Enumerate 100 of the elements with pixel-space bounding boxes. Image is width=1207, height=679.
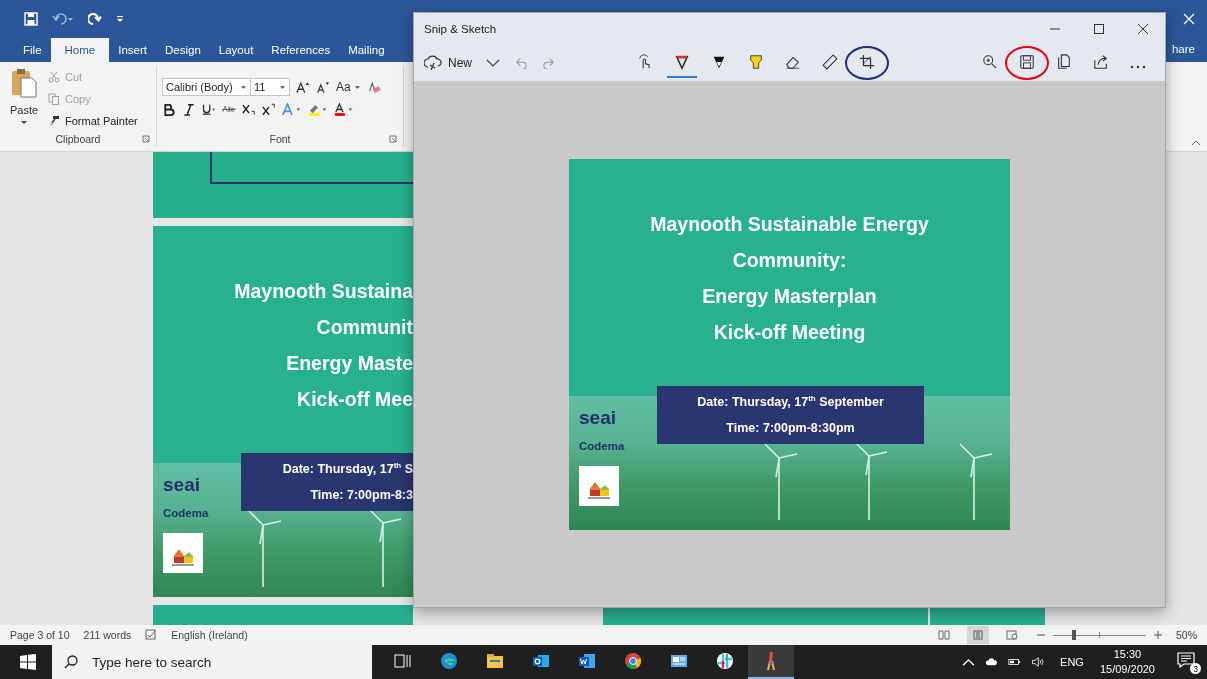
eraser-icon xyxy=(785,54,801,70)
book-icon xyxy=(938,630,950,640)
input-language[interactable]: ENG xyxy=(1060,656,1084,668)
ribbon-tab[interactable]: Home xyxy=(50,38,110,62)
ribbon-tab[interactable]: References xyxy=(262,38,340,62)
notification-icon[interactable] xyxy=(1177,652,1195,668)
save-icon[interactable] xyxy=(24,12,38,26)
highlighter-icon xyxy=(748,54,764,70)
bold-icon[interactable] xyxy=(162,103,176,116)
caret-icon xyxy=(240,84,247,90)
copy-icon xyxy=(48,93,60,105)
language-status[interactable]: English (Ireland) xyxy=(171,629,248,641)
caret-icon xyxy=(20,120,28,125)
cloud-icon[interactable] xyxy=(985,657,999,667)
proofing-icon[interactable] xyxy=(145,629,158,641)
zoom-slider-thumb[interactable] xyxy=(1072,630,1077,640)
undo-icon[interactable] xyxy=(52,12,74,26)
ribbon-tab[interactable]: File xyxy=(14,38,51,62)
web-page-icon xyxy=(1006,630,1018,640)
clock-date[interactable]: 15/09/2020 xyxy=(1099,662,1155,677)
italic-icon[interactable] xyxy=(182,103,196,116)
hand-icon xyxy=(637,54,653,70)
clipboard-command[interactable]: Format Painter xyxy=(48,112,138,130)
save-icon xyxy=(1019,54,1035,70)
font-color-icon[interactable] xyxy=(334,103,354,116)
clear-formatting-icon[interactable] xyxy=(366,80,381,94)
poster-title-line: Energy Maste xyxy=(286,351,413,376)
subscript-icon[interactable] xyxy=(242,103,256,116)
change-case-button[interactable]: Aa xyxy=(336,80,361,94)
notification-count: 3 xyxy=(1190,663,1201,674)
logo-text: seai xyxy=(163,475,200,495)
ribbon-tab[interactable]: Layout xyxy=(209,38,263,62)
font-name-dropdown[interactable]: Calibri (Body) xyxy=(162,78,251,96)
clock-time[interactable]: 15:30 xyxy=(1113,647,1142,662)
plus-icon[interactable] xyxy=(1154,631,1162,639)
logo-text: Codema xyxy=(163,507,209,519)
customize-caret-icon[interactable] xyxy=(116,15,124,23)
page-icon xyxy=(972,630,984,640)
dialog-launcher-icon[interactable] xyxy=(142,135,150,143)
caret-icon xyxy=(353,84,361,90)
search-box[interactable]: Type here to search xyxy=(52,645,372,679)
ruler-icon xyxy=(822,54,838,70)
windows-start-icon[interactable] xyxy=(20,654,36,670)
highlight-color-icon[interactable] xyxy=(308,103,328,116)
share-button[interactable]: hare xyxy=(1171,43,1195,55)
dialog-launcher-icon[interactable] xyxy=(389,135,397,143)
speaker-icon[interactable] xyxy=(1031,657,1045,667)
paste-button[interactable]: Paste xyxy=(0,66,48,131)
ribbon-tab[interactable]: Insert xyxy=(109,38,156,62)
poster-title-line: Kick-off Mee xyxy=(297,387,413,412)
share-icon xyxy=(1093,54,1109,70)
close-icon[interactable] xyxy=(1183,13,1195,25)
window-title: Snip & Sketch xyxy=(424,23,497,35)
ribbon-tab[interactable]: Design xyxy=(156,38,210,62)
chevron-down-icon[interactable] xyxy=(486,57,500,69)
caret-icon xyxy=(279,84,286,90)
more-icon xyxy=(1130,65,1146,69)
time-text: Time: 7:00pm-8:30pm xyxy=(726,419,855,437)
battery-icon[interactable] xyxy=(1008,657,1022,667)
poster-title-line: Energy Masterplan xyxy=(702,283,877,309)
date-text: Date: Thursday, 17$^{th}$ September xyxy=(697,392,884,411)
pen-icon xyxy=(674,54,690,70)
redo-icon[interactable] xyxy=(88,12,102,26)
group-label: Font xyxy=(269,133,291,145)
hash-logo-icon xyxy=(715,651,735,671)
zoom-slider[interactable] xyxy=(1053,630,1146,640)
search-field[interactable]: Type here to search xyxy=(90,653,364,671)
grow-font-icon[interactable] xyxy=(296,80,310,94)
new-snip-button[interactable]: New xyxy=(424,55,472,71)
copy-icon xyxy=(1056,54,1072,70)
superscript-icon[interactable] xyxy=(262,103,276,116)
ribbon-tab[interactable]: Mailing xyxy=(339,38,394,62)
chevron-up-icon[interactable] xyxy=(962,657,976,667)
group-label: Clipboard xyxy=(55,133,101,145)
text-effects-icon[interactable] xyxy=(282,103,302,116)
page-count[interactable]: Page 3 of 10 xyxy=(10,629,70,641)
underline-icon[interactable] xyxy=(202,103,216,116)
crop-icon xyxy=(859,54,875,70)
date-text: Date: Thursday, 17$^{th}$ S xyxy=(282,459,413,478)
browser-icon xyxy=(623,651,643,671)
shrink-font-icon[interactable] xyxy=(316,80,330,94)
zoom-level[interactable]: 50% xyxy=(1176,629,1197,641)
clipboard-icon xyxy=(11,68,37,98)
poster-title-line: Maynooth Sustaina xyxy=(234,279,413,304)
collapse-ribbon-icon[interactable] xyxy=(1191,140,1201,146)
logo-text: seai xyxy=(579,407,616,428)
zoom-in-icon xyxy=(982,54,998,70)
poster-title-line: Kick-off Meeting xyxy=(713,319,866,345)
font-size-dropdown[interactable]: 11 xyxy=(250,78,290,96)
document-app-icon xyxy=(577,651,597,671)
folder-icon xyxy=(485,651,505,671)
pencil-icon xyxy=(711,54,727,70)
brush-icon xyxy=(48,115,60,127)
word-count[interactable]: 211 words xyxy=(83,629,132,641)
wave-logo-icon xyxy=(439,651,459,671)
house-logo-icon xyxy=(163,533,203,573)
house-logo-icon xyxy=(579,465,619,506)
poster-title-line: Maynooth Sustainable Energy xyxy=(650,211,929,237)
logo-text: Codema xyxy=(579,439,625,452)
task-view-icon xyxy=(393,651,413,671)
